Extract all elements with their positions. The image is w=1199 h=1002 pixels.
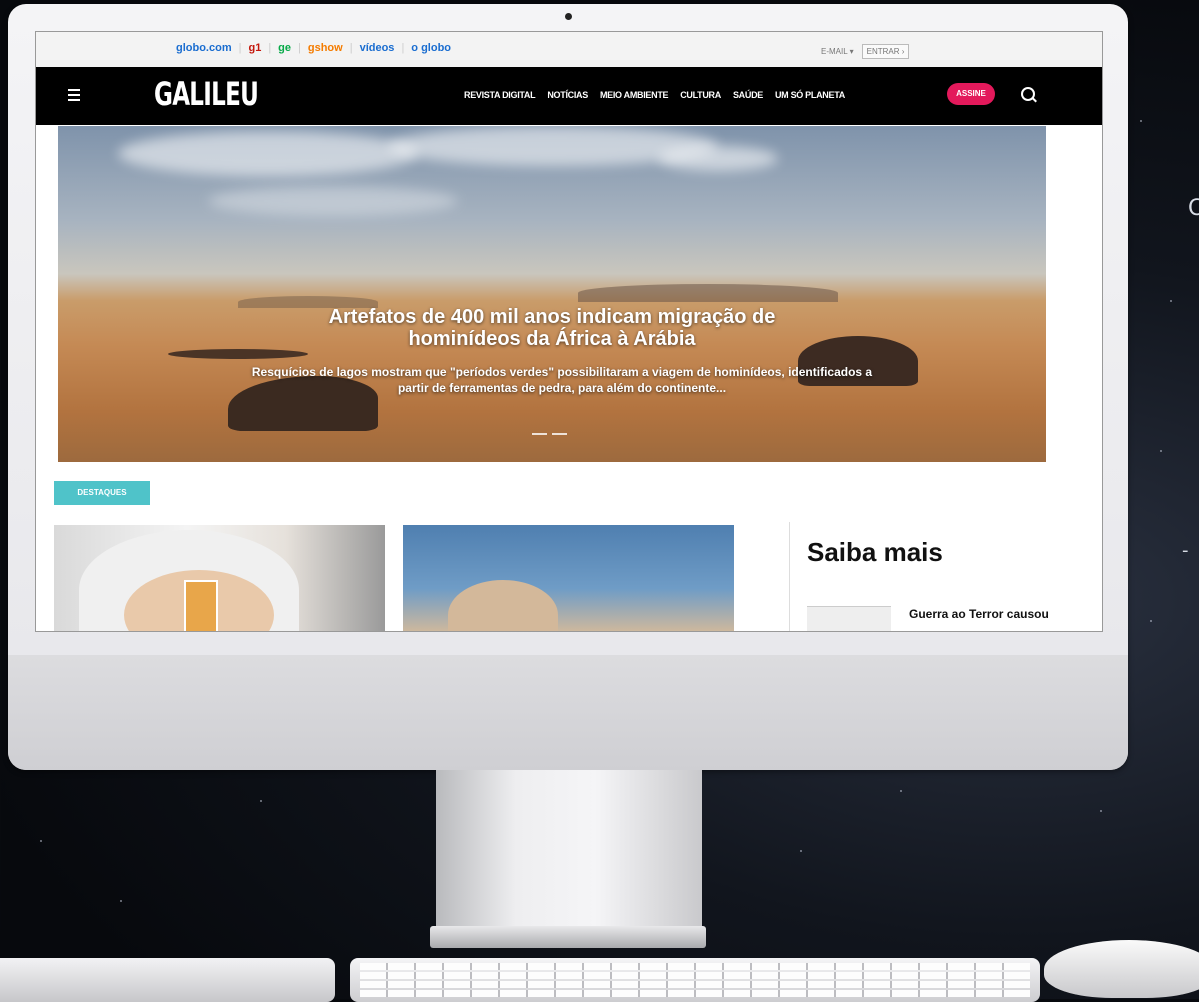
news-headline[interactable]: Guerra ao Terror causou [909,607,1049,621]
monitor-stand-foot [430,926,706,948]
entrar-button[interactable]: ENTRAR › [861,44,910,59]
nav-item-meio-ambiente[interactable]: MEIO AMBIENTE [600,90,669,100]
saiba-mais-heading: Saiba mais [807,537,943,567]
edge-text-dash: - [1182,540,1189,561]
globo-topbar: globo.com | g1 | ge | gshow | vídeos | o… [36,32,1102,68]
browser-screen: globo.com | g1 | ge | gshow | vídeos | o… [35,31,1103,632]
featured-card-2[interactable] [403,525,734,631]
nav-item-saude[interactable]: SAÚDE [733,90,763,100]
brand-gshow-link[interactable]: gshow [308,42,343,54]
email-dropdown[interactable]: E-MAIL ▾ [821,47,854,56]
hero-title[interactable]: Artefatos de 400 mil anos indicam migraç… [58,306,1046,350]
mouse [1044,940,1199,998]
hero-carousel[interactable]: Artefatos de 400 mil anos indicam migraç… [58,126,1046,462]
brand-ge-link[interactable]: ge [278,42,291,54]
brand-oglobo-link[interactable]: o globo [411,42,451,54]
nav-item-um-so-planeta[interactable]: UM SÓ PLANETA [775,90,845,100]
brand-globo-link[interactable]: globo.com [176,42,232,54]
account-area: E-MAIL ▾ ENTRAR › [821,44,910,59]
hero-summary: Resquícios de lagos mostram que "período… [251,365,873,395]
galileu-logo[interactable]: GALILEU [154,75,259,113]
camera-icon [565,13,572,20]
keyboard [350,958,1040,1002]
news-thumbnail[interactable] [807,606,891,631]
nav-menu: REVISTA DIGITAL NOTÍCIAS MEIO AMBIENTE C… [464,90,845,100]
monitor-chin [8,655,1128,770]
nav-item-noticias[interactable]: NOTÍCIAS [547,90,588,100]
brand-videos-link[interactable]: vídeos [360,42,395,54]
hamburger-menu-icon[interactable] [68,89,80,104]
nav-item-revista-digital[interactable]: REVISTA DIGITAL [464,90,536,100]
main-navbar: GALILEU REVISTA DIGITAL NOTÍCIAS MEIO AM… [36,67,1102,125]
monitor-stand [436,770,702,948]
brand-links: globo.com | g1 | ge | gshow | vídeos | o… [176,42,452,54]
sidebar-divider [789,522,790,631]
featured-card-1[interactable] [54,525,385,631]
destaques-badge: DESTAQUES [54,481,150,505]
nav-item-cultura[interactable]: CULTURA [680,90,721,100]
brand-g1-link[interactable]: g1 [248,42,261,54]
carousel-indicators[interactable] [532,433,567,435]
chevron-down-icon: ▾ [849,47,854,56]
search-icon[interactable] [1021,87,1035,101]
keyboard-left [0,958,335,1002]
edge-text-c: C [1188,196,1199,221]
assine-button[interactable]: ASSINE [947,83,995,105]
